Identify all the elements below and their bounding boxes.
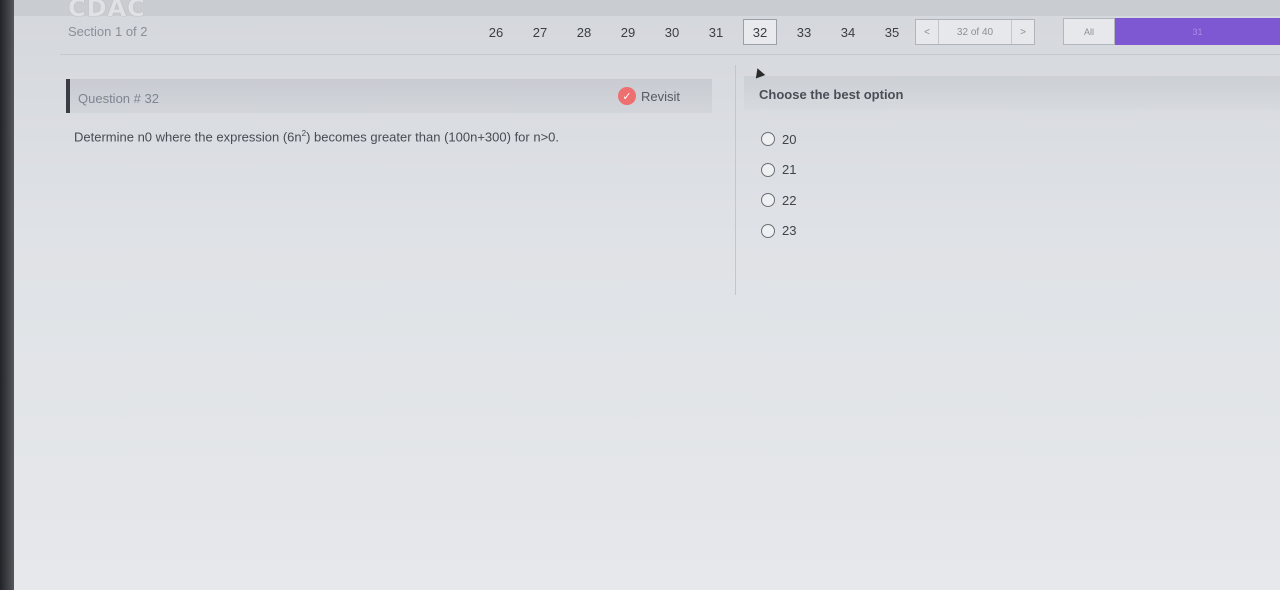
question-nav-28[interactable]: 28 [562, 19, 606, 45]
revisit-label: Revisit [641, 88, 681, 104]
options-header: Choose the best option [744, 76, 1280, 109]
option-label: 21 [782, 162, 797, 178]
question-title: Question # 32 [78, 91, 159, 106]
option-20[interactable]: 20 [761, 124, 796, 155]
question-text-part2: ) becomes greater than (100n+300) for n>… [306, 129, 560, 145]
options-list: 20 21 22 23 [761, 124, 796, 246]
options-title: Choose the best option [759, 87, 904, 102]
question-nav-30[interactable]: 30 [650, 19, 694, 45]
section-label: Section 1 of 2 [68, 24, 148, 39]
filter-all-button[interactable]: All [1063, 18, 1115, 45]
question-pager: < 32 of 40 > [915, 19, 1035, 45]
revisit-button[interactable]: ✓ Revisit [618, 87, 680, 105]
option-22[interactable]: 22 [761, 185, 796, 216]
screen-bezel [0, 0, 14, 590]
option-label: 23 [782, 223, 797, 239]
app-logo: CDAC [68, 0, 146, 22]
pager-prev-button[interactable]: < [916, 20, 938, 44]
question-nav-31[interactable]: 31 [694, 19, 738, 45]
question-nav-27[interactable]: 27 [518, 19, 562, 45]
question-nav-32-current[interactable]: 32 [743, 19, 777, 45]
revisit-flag-icon: ✓ [618, 87, 636, 105]
question-nav-33[interactable]: 33 [782, 19, 826, 45]
radio-button-icon[interactable] [761, 132, 775, 147]
option-23[interactable]: 23 [761, 216, 796, 247]
panel-divider [735, 65, 736, 295]
radio-button-icon[interactable] [761, 223, 775, 238]
question-nav-29[interactable]: 29 [606, 19, 650, 45]
option-label: 22 [782, 192, 797, 208]
top-strip [14, 0, 1280, 16]
question-nav-26[interactable]: 26 [474, 19, 518, 45]
question-nav-35[interactable]: 35 [870, 19, 914, 45]
radio-button-icon[interactable] [761, 162, 775, 177]
radio-button-icon[interactable] [761, 193, 775, 208]
header-divider [60, 54, 1280, 55]
question-nav-34[interactable]: 34 [826, 19, 870, 45]
question-navigator: 26 27 28 29 30 31 32 33 34 35 [474, 18, 914, 46]
pager-status: 32 of 40 [938, 20, 1012, 44]
progress-bar: 31 [1115, 18, 1280, 45]
option-label: 20 [782, 131, 797, 147]
question-header: Question # 32 ✓ Revisit [66, 79, 712, 113]
option-21[interactable]: 21 [761, 155, 796, 186]
pager-next-button[interactable]: > [1012, 20, 1034, 44]
question-text: Determine n0 where the expression (6n2) … [74, 129, 559, 144]
question-text-part1: Determine n0 where the expression (6n [74, 129, 302, 145]
